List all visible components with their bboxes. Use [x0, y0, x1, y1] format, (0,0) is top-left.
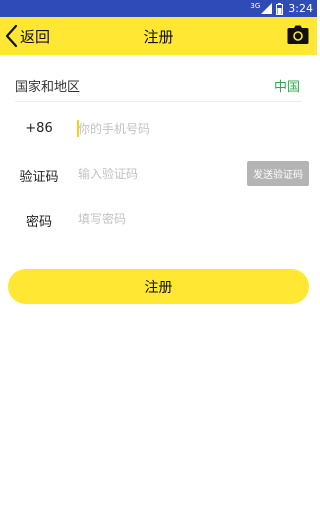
divider	[15, 101, 302, 102]
camera-button[interactable]	[287, 25, 309, 45]
network-type: 3G	[250, 1, 261, 10]
phone-input[interactable]	[78, 119, 298, 139]
verification-code-input[interactable]	[78, 164, 238, 184]
status-bar: 3G 3:24	[0, 0, 317, 17]
page-title: 注册	[143, 28, 174, 46]
clock: 3:24	[288, 2, 313, 15]
battery-icon	[276, 2, 284, 15]
country-region-row[interactable]: 国家和地区 中国	[0, 65, 317, 103]
app-bar: 返回 注册	[0, 17, 317, 55]
send-code-button[interactable]: 发送验证码	[247, 161, 309, 186]
register-button[interactable]: 注册	[8, 269, 309, 304]
signal-icon	[261, 3, 273, 14]
country-region-value: 中国	[273, 80, 300, 95]
country-region-label: 国家和地区	[15, 80, 81, 95]
verification-code-label: 验证码	[19, 170, 59, 185]
status-indicators: 3G 3:24	[250, 1, 313, 16]
camera-icon	[287, 25, 309, 44]
phone-prefix: +86	[25, 121, 53, 136]
password-input[interactable]	[78, 209, 298, 229]
password-label: 密码	[25, 215, 52, 230]
